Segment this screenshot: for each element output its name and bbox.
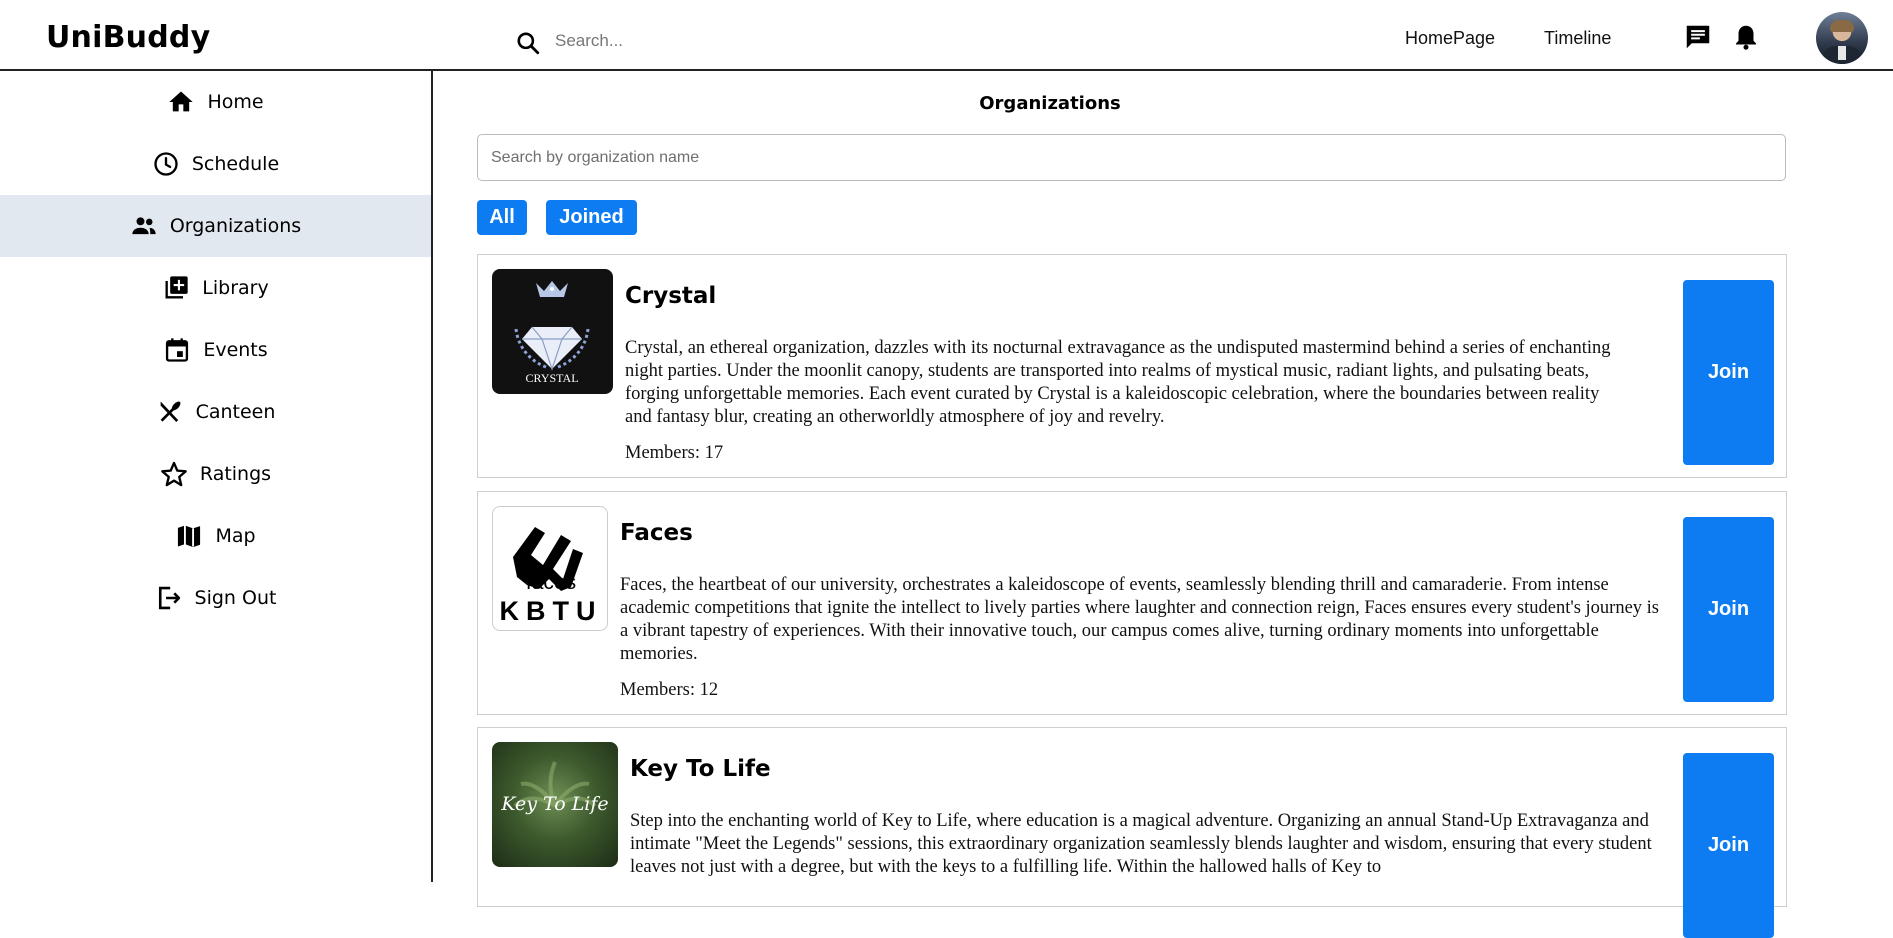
organization-name: Crystal [625, 283, 717, 309]
nav-timeline-link[interactable]: Timeline [1544, 28, 1611, 49]
notification-bell-icon[interactable] [1731, 22, 1761, 52]
sidebar-item-label: Ratings [199, 463, 272, 485]
sidebar-item-map[interactable]: Map [0, 505, 431, 567]
organization-name: Faces [620, 520, 693, 546]
clock-icon [154, 152, 178, 176]
sidebar-item-sign-out[interactable]: Sign Out [0, 567, 431, 629]
page-title: Organizations [979, 93, 1121, 114]
sidebar-item-library[interactable]: Library [0, 257, 431, 319]
organization-description: Step into the enchanting world of Key to… [630, 811, 1652, 877]
global-search-input[interactable] [553, 26, 887, 56]
sidebar-item-schedule[interactable]: Schedule [0, 133, 431, 195]
join-button[interactable]: Join [1683, 517, 1774, 702]
join-button[interactable]: Join [1683, 280, 1774, 465]
faces-logo-kbtu: KBTU [500, 596, 603, 626]
crystal-logo-wordmark: CRYSTAL [525, 371, 578, 385]
organization-description: Faces, the heartbeat of our university, … [620, 575, 1659, 664]
nav-homepage-link[interactable]: HomePage [1405, 28, 1495, 49]
organization-card-crystal: CRYSTAL Crystal Crystal, an ethereal org… [477, 254, 1787, 478]
library-add-icon [165, 276, 188, 299]
user-avatar[interactable] [1816, 12, 1868, 64]
sign-out-icon [158, 586, 180, 610]
sidebar-item-label: Schedule [191, 153, 280, 175]
key-to-life-logo: Key To Life [492, 742, 618, 867]
calendar-icon [166, 338, 189, 362]
sidebar-item-label: Sign Out [194, 587, 277, 609]
organization-description: Crystal, an ethereal organization, dazzl… [625, 338, 1611, 427]
star-icon [161, 461, 187, 487]
organization-card-faces: faces KBTU Faces Faces, the heartbeat of… [477, 491, 1787, 715]
organization-card-key-to-life: Key To Life Key To Life Step into the en… [477, 727, 1787, 938]
app-logo[interactable]: UniBuddy [46, 20, 210, 55]
crystal-logo: CRYSTAL [492, 269, 613, 394]
organization-search-input[interactable] [477, 134, 1786, 181]
faces-logo-word: faces [526, 571, 576, 594]
people-icon [132, 217, 156, 235]
map-icon [178, 525, 201, 548]
filter-all-button[interactable]: All [477, 200, 527, 235]
home-icon [169, 91, 194, 112]
sidebar-item-events[interactable]: Events [0, 319, 431, 381]
sidebar: Home Schedule Organizations Library Even… [0, 71, 433, 882]
sidebar-item-organizations[interactable]: Organizations [0, 195, 431, 257]
join-button[interactable]: Join [1683, 753, 1774, 938]
sidebar-item-ratings[interactable]: Ratings [0, 443, 431, 505]
sidebar-item-label: Library [202, 277, 269, 299]
organization-name: Key To Life [630, 756, 771, 782]
key-to-life-logo-word: Key To Life [500, 793, 608, 815]
organization-members: Members: 17 [625, 443, 724, 463]
top-bar: UniBuddy HomePage Timeline [0, 0, 1893, 71]
main-content: Organizations All Joined CRYSTAL Crystal… [433, 71, 1893, 938]
message-icon[interactable] [1683, 22, 1713, 52]
organization-members: Members: 12 [620, 680, 719, 700]
global-search [515, 26, 895, 56]
sidebar-item-label: Events [203, 339, 268, 361]
filter-joined-button[interactable]: Joined [546, 200, 637, 235]
sidebar-item-canteen[interactable]: Canteen [0, 381, 431, 443]
sidebar-item-label: Home [207, 91, 264, 113]
sidebar-item-label: Canteen [195, 401, 276, 423]
search-icon[interactable] [515, 30, 541, 56]
sidebar-item-label: Map [215, 525, 256, 547]
utensils-icon [160, 401, 181, 423]
sidebar-item-label: Organizations [169, 215, 302, 237]
faces-logo: faces KBTU [492, 506, 608, 631]
